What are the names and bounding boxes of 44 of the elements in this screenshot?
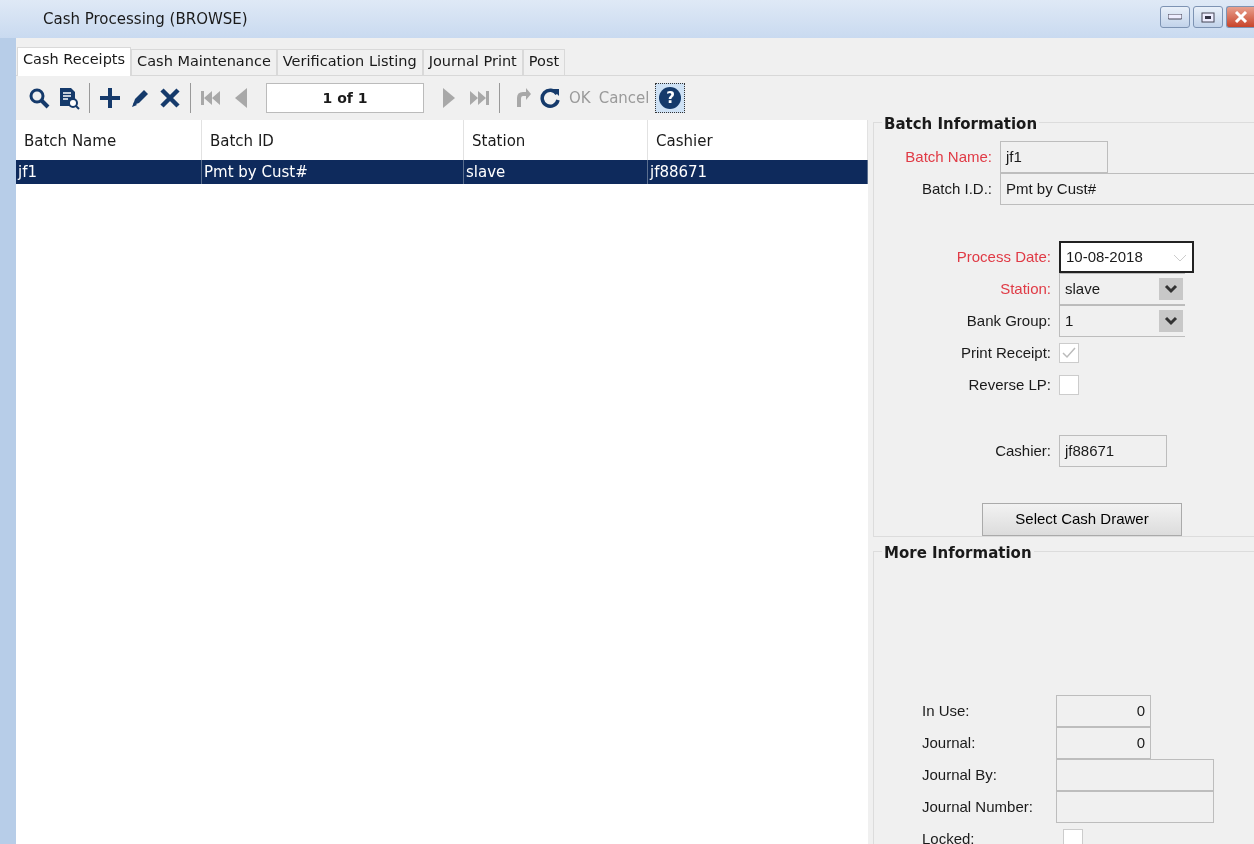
field-label: Batch I.D.: — [920, 178, 993, 199]
field-label: Journal By: — [922, 764, 999, 785]
select-cash-drawer-button[interactable]: Select Cash Drawer — [982, 503, 1182, 536]
field-label: Journal: — [922, 732, 977, 753]
field-label: Locked: — [922, 828, 976, 844]
field-label: Reverse LP: — [967, 374, 1052, 395]
window-title: Cash Processing (BROWSE) — [43, 8, 248, 30]
field-label: Station: — [999, 278, 1052, 299]
field-label: Journal Number: — [922, 796, 1034, 817]
checkbox[interactable] — [1059, 375, 1079, 395]
text-field[interactable]: jf88671 — [1059, 435, 1167, 467]
text-field[interactable]: jf1 — [1000, 141, 1108, 173]
field-label: Print Receipt: — [959, 342, 1052, 363]
close-button[interactable] — [1226, 6, 1254, 28]
number-field[interactable]: 0 — [1056, 727, 1151, 759]
text-field[interactable]: Pmt by Cust# — [1000, 173, 1254, 205]
minimize-icon — [1168, 14, 1182, 20]
text-field[interactable] — [1056, 791, 1214, 823]
field-label: Bank Group: — [965, 310, 1052, 331]
tab[interactable]: Cash Receipts — [17, 46, 132, 76]
dropdown[interactable]: slave — [1059, 273, 1185, 305]
checkbox[interactable] — [1059, 343, 1079, 363]
text-field[interactable] — [1056, 759, 1214, 791]
maximize-icon — [1201, 11, 1215, 23]
chevron-down-icon — [1173, 253, 1187, 262]
chevron-down-icon — [1159, 278, 1183, 300]
field-label: Process Date: — [955, 246, 1052, 267]
checkbox[interactable] — [1063, 829, 1083, 844]
chevron-down-icon — [1159, 310, 1183, 332]
page-field[interactable]: 1 of 1 — [266, 83, 424, 113]
tab[interactable]: Verification Listing — [276, 48, 423, 75]
field-label: Batch Name: — [904, 146, 993, 167]
close-icon — [1233, 11, 1248, 23]
table-row[interactable]: jf1 Pmt by Cust# slave jf88671 — [16, 160, 868, 184]
maximize-button[interactable] — [1193, 6, 1223, 28]
tab[interactable]: Post — [522, 48, 566, 75]
dropdown[interactable]: 1 — [1059, 305, 1185, 337]
number-field[interactable]: 0 — [1056, 695, 1151, 727]
help-button[interactable]: ? — [655, 83, 686, 113]
field-label: In Use: — [922, 700, 971, 721]
tab[interactable]: Journal Print — [422, 48, 523, 75]
tab[interactable]: Cash Maintenance — [131, 48, 277, 75]
date-field[interactable]: 10-08-2018 — [1059, 241, 1194, 273]
field-label: Cashier: — [994, 440, 1052, 461]
